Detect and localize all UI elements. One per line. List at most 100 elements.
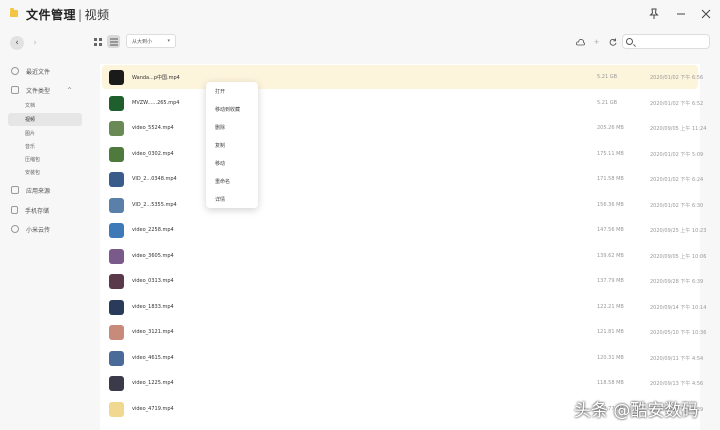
video-thumbnail: [109, 375, 124, 391]
menu-item-open[interactable]: 打开: [215, 88, 225, 95]
folder-icon: [11, 86, 19, 94]
app-title: 文件管理: [26, 8, 77, 22]
cloud-upload-icon: [576, 38, 585, 45]
window-title: 文件管理 | 视频: [26, 6, 110, 23]
file-row[interactable]: video_0313.mp4 137.79 MB 2020/09/28 下午 6…: [102, 269, 703, 293]
file-date: 2020/09/05 上午 11:24: [650, 125, 707, 132]
plus-icon: +: [593, 37, 600, 46]
sidebar-item-phone-storage[interactable]: 手机存储: [8, 203, 84, 217]
sidebar-subitem-images[interactable]: 图片: [8, 127, 82, 140]
pin-button[interactable]: [645, 6, 663, 22]
apps-icon: [11, 186, 19, 194]
file-date: 2020/09/11 下午 4:54: [650, 355, 704, 362]
file-date: 2020/09/13 下午 4:56: [650, 380, 704, 387]
cloud-upload-button[interactable]: [574, 35, 587, 48]
file-row[interactable]: video_3605.mp4 139.62 MB 2020/09/05 上午 1…: [102, 244, 706, 268]
sidebar-subitem-label: 压缩包: [25, 157, 41, 163]
menu-item-move-to-favorites[interactable]: 移动到收藏: [215, 106, 240, 113]
file-row[interactable]: video_5524.mp4 205.26 MB 2020/09/05 上午 1…: [102, 116, 706, 140]
file-name: video_0313.mp4: [132, 278, 174, 284]
file-size: 147.56 MB: [597, 227, 624, 233]
file-name: video_5524.mp4: [132, 125, 174, 131]
file-row[interactable]: video_3121.mp4 121.81 MB 2020/05/10 下午 1…: [102, 320, 706, 344]
file-size: 118.58 MB: [597, 380, 624, 386]
sidebar-item-file-types[interactable]: 文件类型 ^: [8, 83, 84, 97]
sidebar-item-mi-share[interactable]: 小米云传: [8, 222, 84, 236]
back-button[interactable]: ‹: [10, 36, 24, 50]
sidebar-subitem-label: 音乐: [25, 144, 36, 150]
list-view-button[interactable]: [107, 35, 120, 48]
file-size: 139.62 MB: [597, 253, 624, 259]
file-row[interactable]: VID_2...5355.mp4 156.36 MB 2020/01/02 下午…: [102, 193, 703, 217]
sidebar-subitem-documents[interactable]: 文档: [8, 99, 82, 112]
sidebar-subitem-apks[interactable]: 安装包: [8, 166, 82, 179]
menu-item-details[interactable]: 详情: [215, 196, 225, 203]
sidebar-subitem-videos[interactable]: 视频: [8, 113, 82, 126]
file-date: 2020/01/02 下午 6:56: [650, 74, 704, 81]
close-button[interactable]: [697, 6, 715, 22]
file-row[interactable]: video_1833.mp4 122.21 MB 2020/09/14 下午 1…: [102, 295, 706, 319]
refresh-icon: [609, 38, 616, 46]
add-button[interactable]: +: [590, 35, 603, 48]
folder-app-icon: [10, 8, 18, 17]
file-name: video_2258.mp4: [132, 227, 174, 233]
file-name: video_0302.mp4: [132, 151, 174, 157]
file-size: 5.21 GB: [597, 100, 618, 106]
chevron-up-icon: ^: [66, 86, 72, 94]
sidebar-subitem-label: 图片: [25, 131, 36, 137]
sidebar-subitem-label: 文档: [25, 103, 36, 109]
file-row[interactable]: video_1225.mp4 118.58 MB 2020/09/13 下午 4…: [102, 371, 703, 395]
sidebar-item-label: 应用来源: [26, 187, 51, 195]
minimize-icon: [677, 13, 685, 15]
file-size: 122.21 MB: [597, 304, 624, 310]
video-thumbnail: [109, 350, 124, 366]
file-row[interactable]: VID_2...0348.mp4 171.58 MB 2020/01/02 下午…: [102, 167, 703, 191]
file-date: 2020/01/02 下午 6:30: [650, 202, 704, 209]
sidebar-subitem-archives[interactable]: 压缩包: [8, 153, 82, 166]
cloud-icon: [11, 225, 19, 233]
file-name: video_4719.mp4: [132, 406, 174, 412]
minimize-button[interactable]: [672, 6, 690, 22]
file-name: video_1833.mp4: [132, 304, 174, 310]
watermark: 头条 @酷安数码: [574, 401, 699, 421]
video-thumbnail: [109, 324, 124, 340]
menu-item-move[interactable]: 移动: [215, 160, 225, 167]
file-date: 2020/09/25 上午 10:23: [650, 227, 707, 234]
chevron-right-icon: ›: [33, 38, 37, 48]
grid-view-button[interactable]: [91, 35, 104, 48]
file-row[interactable]: MVZW......265.mp4 5.21 GB 2020/01/02 下午 …: [102, 91, 703, 115]
sidebar-item-label: 最近文件: [26, 68, 51, 76]
chevron-down-icon: ▾: [167, 38, 170, 44]
sort-dropdown[interactable]: 从大到小 ▾: [126, 34, 176, 48]
sort-label: 从大到小: [132, 38, 153, 45]
file-date: 2020/09/28 下午 6:39: [650, 278, 704, 285]
file-name: MVZW......265.mp4: [132, 100, 180, 106]
video-thumbnail: [109, 146, 124, 162]
menu-item-delete[interactable]: 删除: [215, 124, 225, 131]
sidebar-subitem-music[interactable]: 音乐: [8, 140, 82, 153]
sidebar-item-recent[interactable]: 最近文件: [8, 64, 84, 78]
sidebar-item-label: 小米云传: [26, 226, 51, 234]
sidebar-item-app-sources[interactable]: 应用来源: [8, 183, 84, 197]
file-row[interactable]: Wanda...p中国.mp4 5.21 GB 2020/01/02 下午 6:…: [102, 65, 703, 89]
menu-item-copy[interactable]: 复制: [215, 142, 225, 149]
file-name: video_1225.mp4: [132, 380, 174, 386]
sidebar: ‹ › 最近文件 文件类型 ^ 文档 视频 图片 音乐 压缩包 安装包 应用来源…: [0, 30, 90, 430]
video-thumbnail: [109, 95, 124, 111]
file-row[interactable]: video_0302.mp4 175.11 MB 2020/01/02 下午 5…: [102, 142, 703, 166]
sidebar-item-label: 手机存储: [25, 207, 50, 215]
file-size: 205.26 MB: [597, 125, 624, 131]
refresh-button[interactable]: [606, 35, 619, 48]
menu-item-rename[interactable]: 重命名: [215, 178, 230, 185]
file-row[interactable]: video_4615.mp4 120.31 MB 2020/09/11 下午 4…: [102, 346, 703, 370]
file-row[interactable]: video_2258.mp4 147.56 MB 2020/09/25 上午 1…: [102, 218, 706, 242]
context-menu: 打开 移动到收藏 删除 复制 移动 重命名 详情: [206, 82, 258, 208]
search-input[interactable]: [622, 34, 710, 49]
toolbar: 从大到小 ▾ +: [90, 30, 720, 54]
forward-button[interactable]: ›: [28, 36, 42, 50]
video-thumbnail: [109, 69, 124, 85]
file-date: 2020/05/10 下午 10:36: [650, 329, 707, 336]
sidebar-subitem-label: 安装包: [25, 170, 41, 176]
file-name: video_4615.mp4: [132, 355, 174, 361]
file-date: 2020/09/14 下午 10:14: [650, 304, 707, 311]
